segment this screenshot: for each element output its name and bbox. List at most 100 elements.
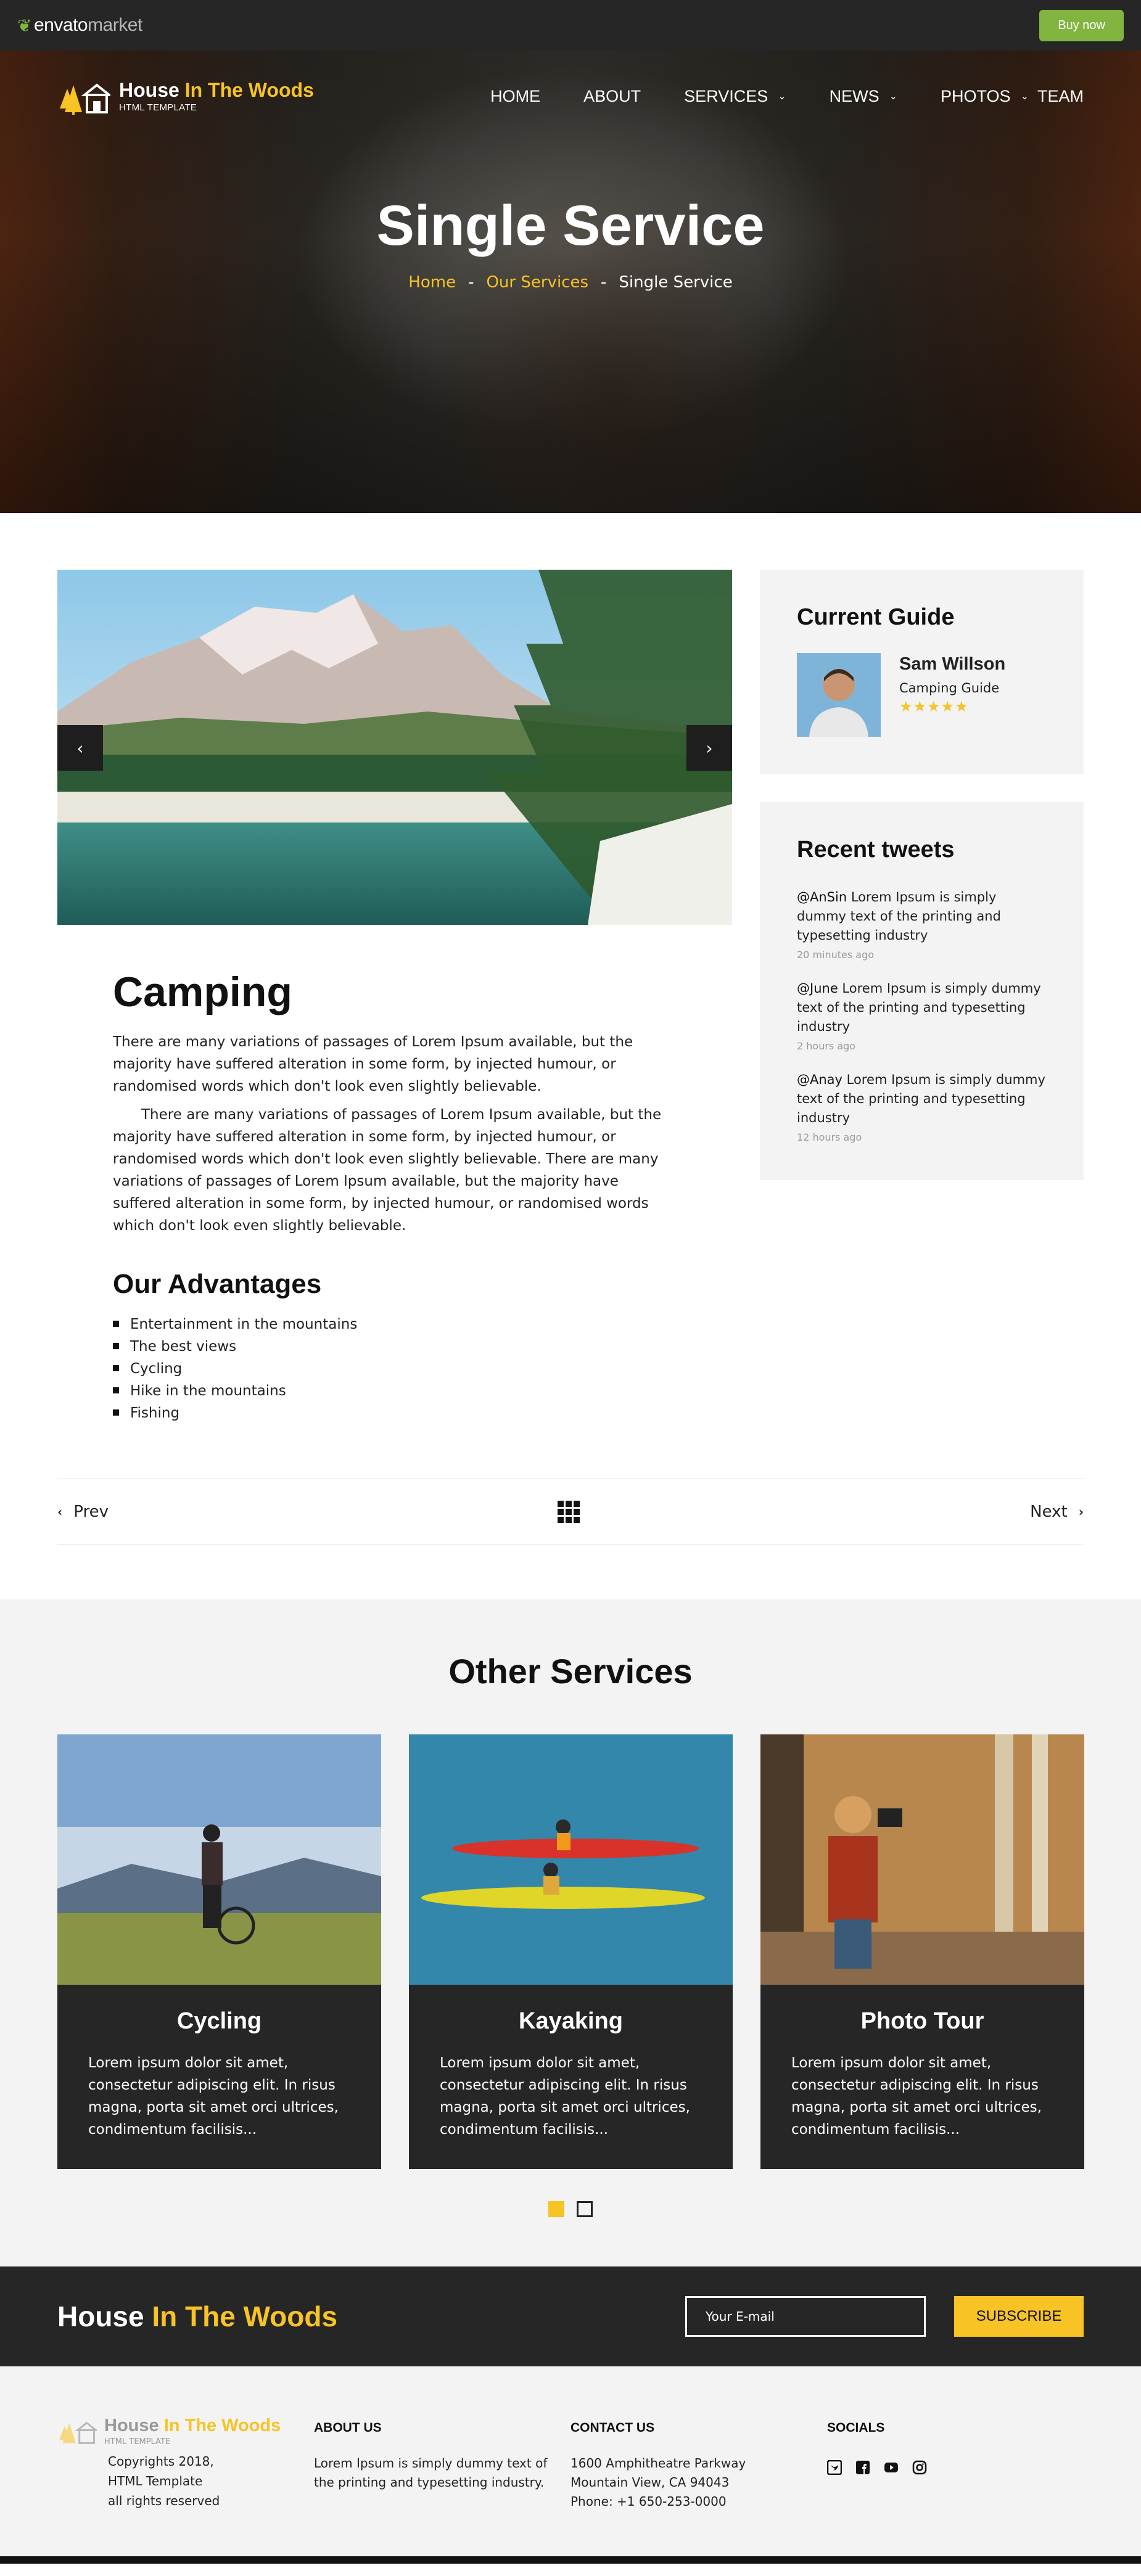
guide-role: Camping Guide: [899, 681, 1000, 695]
prev-button[interactable]: ‹ Prev: [57, 1503, 109, 1521]
youtube-icon[interactable]: [884, 2460, 899, 2475]
next-button[interactable]: Next ›: [1030, 1503, 1084, 1521]
nav-item-photos[interactable]: PHOTOS ⌄: [941, 87, 1029, 106]
current-guide-box: Current Guide Sam Willson Camping Guide …: [760, 570, 1084, 774]
other-services: Other Services Cycling Lorem ipsum dolor…: [0, 1599, 1141, 2266]
chevron-right-icon: ›: [1078, 1504, 1084, 1519]
slider-next-button[interactable]: ›: [686, 725, 732, 771]
footer-socials: SOCIALS: [827, 2416, 1084, 2564]
carousel-dot-2[interactable]: [577, 2201, 593, 2217]
guide-card: Sam Willson Camping Guide ★★★★★: [797, 653, 1047, 737]
tweet-time: 20 minutes ago: [797, 949, 875, 961]
list-item: Cycling: [113, 1358, 677, 1380]
kayaking-image: [409, 1734, 733, 1985]
nav-item-services[interactable]: SERVICES ⌄: [684, 87, 786, 106]
chevron-left-icon: ‹: [57, 1504, 63, 1519]
facebook-icon[interactable]: [855, 2460, 870, 2475]
envato-logo[interactable]: ❦ envato market: [17, 15, 142, 36]
cycling-image: [57, 1734, 381, 1985]
subscribe-button[interactable]: SUBSCRIBE: [954, 2296, 1084, 2337]
service-card-title: Kayaking: [519, 2008, 623, 2034]
tweet-item: @Anay Lorem Ipsum is simply dummy text o…: [797, 1070, 1047, 1143]
article: Camping There are many variations of pas…: [57, 925, 732, 1424]
breadcrumb: Home - Our Services - Single Service: [408, 273, 733, 292]
buy-now-button[interactable]: Buy now: [1039, 9, 1124, 41]
brand-name-accent: In The Woods: [184, 78, 314, 101]
envato-bar: ❦ envato market Buy now: [0, 0, 1141, 51]
service-card-kayaking[interactable]: Kayaking Lorem ipsum dolor sit amet, con…: [409, 1734, 733, 2169]
list-item: The best views: [113, 1335, 677, 1358]
nav-item-about[interactable]: ABOUT: [583, 87, 641, 106]
advantages-list: Entertainment in the mountains The best …: [113, 1313, 677, 1424]
breadcrumb-home[interactable]: Home: [408, 273, 456, 292]
service-card-text: Lorem ipsum dolor sit amet, consectetur …: [791, 2055, 1042, 2138]
tweet-handle[interactable]: @Anay: [797, 1072, 842, 1087]
page-title: Single Service: [376, 194, 765, 257]
house-trees-logo-icon: [59, 2421, 97, 2444]
chevron-down-icon: ⌄: [1020, 91, 1029, 102]
list-item: Hike in the mountains: [113, 1380, 677, 1402]
article-title: Camping: [113, 969, 292, 1015]
guide-name: Sam Willson: [899, 654, 1006, 674]
nav-menu: HOME ABOUT SERVICES ⌄ NEWS ⌄ PHOTOS ⌄ TEAM: [447, 87, 1084, 106]
brand-name-main: House: [119, 78, 179, 101]
subscribe-form: SUBSCRIBE: [685, 2296, 1084, 2337]
breadcrumb-current: Single Service: [619, 273, 733, 292]
tweet-time: 2 hours ago: [797, 1040, 856, 1052]
advantages-title: Our Advantages: [113, 1269, 322, 1299]
instagram-icon[interactable]: [912, 2460, 927, 2475]
carousel-dot-1[interactable]: [548, 2201, 564, 2217]
service-card-text: Lorem ipsum dolor sit amet, consectetur …: [88, 2055, 339, 2138]
star-rating-icon: ★★★★★: [899, 698, 969, 715]
subscribe-bar: House In The Woods SUBSCRIBE: [0, 2266, 1141, 2366]
service-card-photo-tour[interactable]: Photo Tour Lorem ipsum dolor sit amet, c…: [760, 1734, 1084, 2169]
service-card-text: Lorem ipsum dolor sit amet, consectetur …: [440, 2055, 690, 2138]
recent-tweets-title: Recent tweets: [797, 837, 955, 863]
post-pager: ‹ Prev Next ›: [57, 1479, 1084, 1545]
footer-contact: CONTACT US 1600 Amphitheatre Parkway Mou…: [570, 2421, 746, 2509]
brand-subtitle: HTML TEMPLATE: [119, 102, 197, 113]
article-paragraph: There are many variations of passages of…: [113, 1107, 662, 1234]
carousel-pagination: [57, 2201, 1084, 2217]
tweet-item: @AnSin Lorem Ipsum is simply dummy text …: [797, 888, 1047, 961]
other-services-title: Other Services: [448, 1652, 693, 1691]
list-item: Entertainment in the mountains: [113, 1313, 677, 1335]
slider-prev-button[interactable]: ‹: [57, 725, 103, 771]
chevron-down-icon: ⌄: [889, 91, 898, 102]
twitter-icon[interactable]: [827, 2460, 842, 2475]
photo-tour-image: [760, 1734, 1084, 1985]
image-slider[interactable]: ‹ ›: [57, 570, 732, 925]
footer-brand[interactable]: House In The Woods HTML TEMPLATE: [57, 2416, 314, 2447]
sidebar: Current Guide Sam Willson Camping Guide …: [760, 570, 1084, 1424]
service-cards: Cycling Lorem ipsum dolor sit amet, cons…: [57, 1734, 1084, 2169]
main-content: ‹ › Camping There are many variations of…: [0, 513, 1141, 1424]
nav-item-news[interactable]: NEWS ⌄: [830, 87, 897, 106]
chevron-down-icon: ⌄: [778, 91, 786, 102]
hero-banner: House In The Woods HTML TEMPLATE HOME AB…: [0, 51, 1141, 513]
leaf-icon: ❦: [17, 15, 31, 35]
email-field[interactable]: [685, 2296, 926, 2337]
recent-tweets-box: Recent tweets @AnSin Lorem Ipsum is simp…: [760, 802, 1084, 1180]
service-card-cycling[interactable]: Cycling Lorem ipsum dolor sit amet, cons…: [57, 1734, 381, 2169]
brand-logo[interactable]: House In The Woods HTML TEMPLATE: [57, 76, 314, 116]
service-card-title: Cycling: [176, 2008, 262, 2034]
list-item: Fishing: [113, 1402, 677, 1424]
house-trees-logo-icon: [60, 83, 110, 115]
tweet-time: 12 hours ago: [797, 1131, 862, 1143]
subscribe-brand: House In The Woods: [57, 2300, 338, 2332]
main-nav: House In The Woods HTML TEMPLATE HOME AB…: [0, 51, 1141, 116]
breadcrumb-services[interactable]: Our Services: [486, 273, 588, 292]
nav-item-home[interactable]: HOME: [490, 87, 540, 106]
tweet-handle[interactable]: @AnSin: [797, 890, 847, 904]
grid-view-icon[interactable]: [558, 1501, 581, 1523]
guide-avatar[interactable]: [797, 653, 881, 737]
mountain-lake-image: [57, 570, 732, 925]
article-paragraph: There are many variations of passages of…: [113, 1034, 633, 1094]
current-guide-title: Current Guide: [797, 604, 955, 630]
service-card-title: Photo Tour: [860, 2008, 984, 2034]
nav-item-team[interactable]: TEAM: [1037, 87, 1084, 106]
footer: House In The Woods HTML TEMPLATE Copyrig…: [0, 2366, 1141, 2564]
copyright: Copyrights 2018, HTML Template all right…: [108, 2454, 220, 2508]
tweet-handle[interactable]: @June: [797, 981, 838, 996]
service-content: ‹ › Camping There are many variations of…: [57, 570, 732, 1424]
